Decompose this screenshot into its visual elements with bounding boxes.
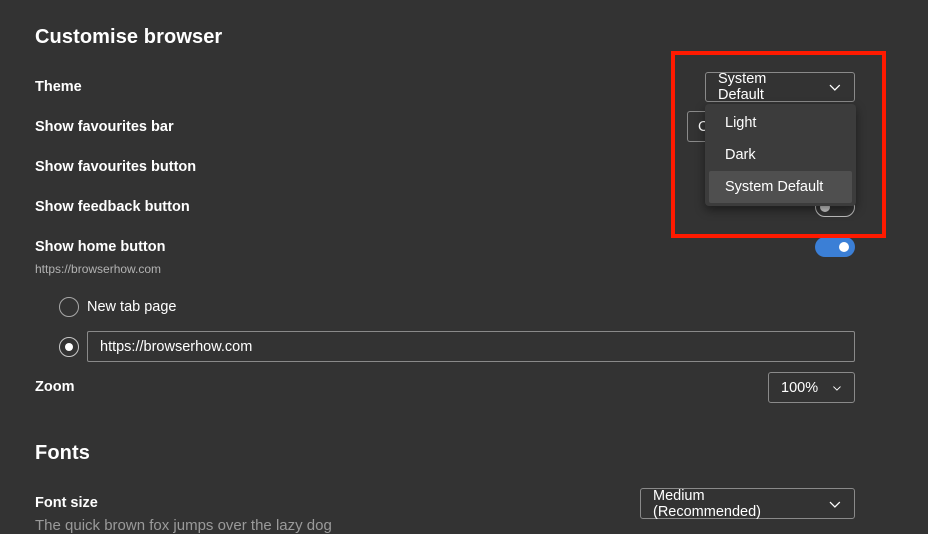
show-favourites-button-label: Show favourites button <box>35 159 197 175</box>
zoom-select-value: 100% <box>781 379 819 396</box>
chevron-down-icon <box>833 385 841 391</box>
section-title-customise-browser: Customise browser <box>35 26 223 48</box>
home-url-input-value: https://browserhow.com <box>100 338 253 355</box>
toggle-knob <box>839 242 849 252</box>
font-size-select-value: Medium (Recommended) <box>653 487 761 520</box>
font-size-label: Font size <box>35 495 98 511</box>
section-title-fonts: Fonts <box>35 442 90 464</box>
new-tab-page-radio[interactable] <box>59 297 79 317</box>
zoom-label: Zoom <box>35 379 75 395</box>
chevron-down-icon <box>829 501 841 508</box>
highlight-annotation-box <box>671 51 886 238</box>
custom-url-radio[interactable] <box>59 337 79 357</box>
home-url-subtext: https://browserhow.com <box>35 262 162 276</box>
show-feedback-button-label: Show feedback button <box>35 199 190 215</box>
theme-label: Theme <box>35 79 82 95</box>
home-button-toggle[interactable] <box>815 237 855 257</box>
home-url-input[interactable]: https://browserhow.com <box>87 331 855 362</box>
show-home-button-label: Show home button <box>35 239 166 255</box>
radio-dot <box>65 343 73 351</box>
font-size-select[interactable]: Medium (Recommended) <box>640 487 855 520</box>
new-tab-page-label: New tab page <box>87 299 177 315</box>
font-preview-text: The quick brown fox jumps over the lazy … <box>35 517 332 534</box>
zoom-select[interactable]: 100% <box>768 372 855 403</box>
show-favourites-bar-label: Show favourites bar <box>35 119 174 135</box>
